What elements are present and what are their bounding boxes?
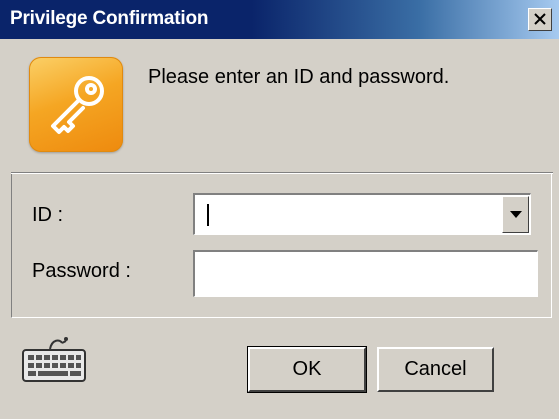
chevron-down-icon (510, 211, 522, 218)
instruction-message: Please enter an ID and password. (148, 66, 450, 88)
title-bar: Privilege Confirmation (0, 0, 559, 39)
password-input[interactable] (195, 252, 537, 296)
close-button[interactable] (528, 8, 552, 31)
cancel-button[interactable]: Cancel (377, 347, 494, 392)
ok-button[interactable]: OK (247, 346, 367, 393)
key-icon (29, 57, 123, 152)
id-label: ID : (32, 204, 64, 226)
password-label: Password : (32, 260, 131, 282)
close-icon (534, 13, 546, 25)
id-dropdown-button[interactable] (502, 196, 529, 233)
keyboard-icon[interactable] (22, 333, 86, 383)
id-input[interactable] (195, 195, 501, 234)
id-combobox[interactable] (193, 193, 531, 235)
window-title: Privilege Confirmation (10, 8, 209, 29)
text-caret (207, 204, 209, 226)
password-field[interactable] (193, 250, 538, 297)
